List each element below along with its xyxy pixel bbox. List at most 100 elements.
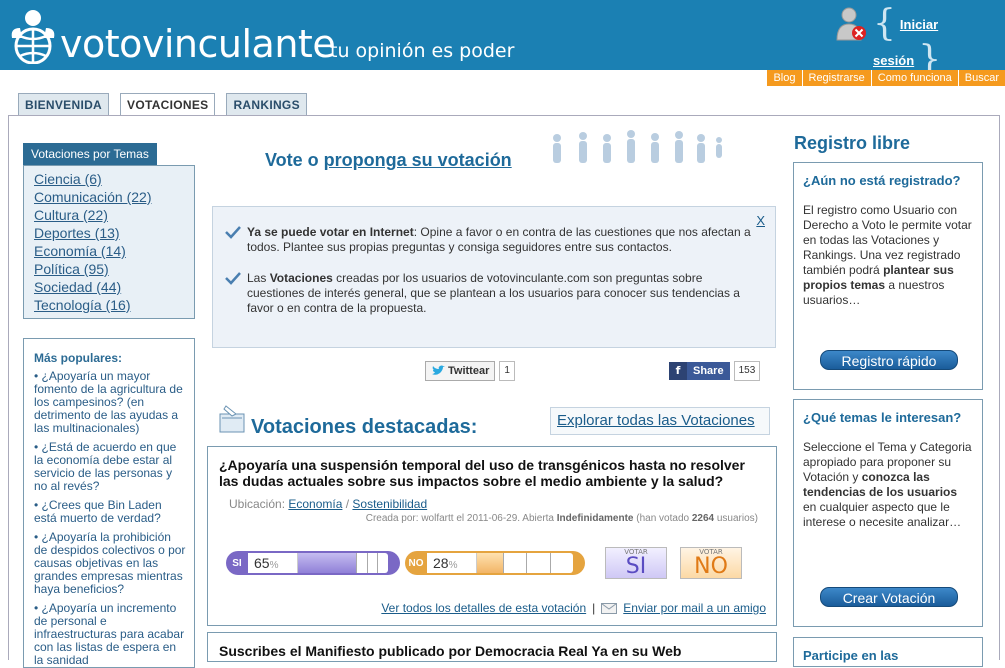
poll-details-link[interactable]: Ver todos los detalles de esta votación — [381, 601, 586, 615]
info-paragraph-2: Las Votaciones creadas por los usuarios … — [225, 271, 755, 316]
tweet-button[interactable]: Twittear — [425, 361, 496, 381]
si-label: SI — [232, 557, 242, 569]
register-box-title: ¿Aún no está registrado? — [803, 173, 961, 188]
nav-buscar[interactable]: Buscar — [957, 70, 1005, 86]
popular-item[interactable]: • ¿Apoyaría un incremento de personal e … — [34, 602, 186, 667]
info-paragraph-1: Ya se puede votar en Internet: Opine a f… — [225, 225, 755, 255]
poll-vote-count: 2264 — [691, 513, 715, 524]
tweet-label: Twittear — [448, 365, 490, 377]
no-label: NO — [408, 557, 424, 569]
poll-meta-pre: Creada por: wolfartt el 2011-06-29. Abie… — [365, 513, 557, 524]
brace-open: { — [873, 3, 896, 44]
tab-votaciones[interactable]: VOTACIONES — [120, 93, 216, 116]
top-nav: Blog Registrarse Como funciona Buscar — [767, 70, 1005, 86]
logo-text[interactable]: votovinculante — [60, 24, 336, 64]
vote-si-button[interactable]: VOTAR SI — [605, 547, 667, 579]
tema-sociedad[interactable]: Sociedad (44) — [34, 278, 184, 296]
populares-panel: Más populares: • ¿Apoyaría un mayor fome… — [23, 338, 195, 668]
fb-share-button[interactable]: f Share — [669, 362, 730, 380]
topics-box: ¿Qué temas le interesan? Seleccione el T… — [793, 399, 983, 627]
nav-registrarse[interactable]: Registrarse — [801, 70, 871, 86]
popular-item[interactable]: • ¿Apoyaría un mayor fomento de la agric… — [34, 370, 186, 435]
quick-register-button[interactable]: Registro rápido — [820, 350, 958, 370]
fb-share-label: Share — [693, 365, 724, 377]
poll-meta-mid: (han votado — [633, 513, 692, 524]
topics-box-text: Seleccione el Tema y Categoria apropiado… — [803, 440, 973, 530]
si-fill — [298, 553, 356, 573]
tema-tecnologia[interactable]: Tecnología (16) — [34, 296, 184, 314]
info-close-button[interactable]: X — [756, 213, 765, 228]
si-result-bar: SI 65% — [226, 551, 400, 575]
poll-meta: Creada por: wolfartt el 2011-06-29. Abie… — [219, 513, 758, 524]
si-percent-value: 65 — [254, 555, 270, 571]
tema-ciencia[interactable]: Ciencia (6) — [34, 170, 184, 188]
register-box: ¿Aún no está registrado? El registro com… — [793, 162, 983, 390]
info2-pre: Las — [247, 271, 270, 285]
participate-box-title: Participe en las — [803, 648, 899, 663]
check-icon — [225, 226, 241, 239]
poll-meta-duration: Indefinidamente — [556, 513, 634, 524]
vote-no-label: NO — [694, 554, 728, 579]
no-percent: 28% — [427, 553, 477, 573]
vote-heading: Vote o proponga su votación — [265, 150, 512, 171]
check-icon — [225, 272, 241, 285]
facebook-share: f Share 153 — [669, 361, 761, 381]
popular-item[interactable]: • ¿Crees que Bin Laden está muerto de ve… — [34, 499, 186, 525]
vote-heading-prefix: Vote o — [265, 150, 324, 170]
info-box: X Ya se puede votar en Internet: Opine a… — [212, 206, 776, 348]
people-silhouettes-icon — [553, 130, 722, 163]
logo-icon[interactable] — [8, 8, 58, 64]
second-poll: Suscribes el Manifiesto publicado por De… — [207, 632, 777, 662]
no-fill — [477, 553, 503, 573]
tab-rankings[interactable]: RANKINGS — [226, 93, 307, 115]
explore-votes-button[interactable]: Explorar todas las Votaciones — [550, 407, 770, 435]
create-vote-button[interactable]: Crear Votación — [820, 587, 958, 607]
vote-si-label: SI — [625, 554, 647, 579]
poll-links: Ver todos los detalles de esta votación … — [381, 601, 766, 615]
tema-comunicacion[interactable]: Comunicación (22) — [34, 188, 184, 206]
poll-question[interactable]: ¿Apoyaría una suspensión temporal del us… — [219, 457, 766, 489]
popular-item[interactable]: • ¿Está de acuerdo en que la economía de… — [34, 441, 186, 493]
poll-location: Ubicación: Economía / Sostenibilidad — [229, 497, 766, 511]
no-percent-sign: % — [448, 560, 458, 571]
register-box-text: El registro como Usuario con Derecho a V… — [803, 203, 973, 308]
poll-meta-post: usuarios) — [714, 513, 758, 524]
tema-politica[interactable]: Política (95) — [34, 260, 184, 278]
facebook-icon: f — [669, 362, 687, 380]
poll-location-sep: / — [342, 497, 353, 511]
si-track — [298, 553, 388, 573]
tema-economia[interactable]: Economía (14) — [34, 242, 184, 260]
poll-subcategory-link[interactable]: Sostenibilidad — [352, 497, 427, 511]
tema-cultura[interactable]: Cultura (22) — [34, 206, 184, 224]
propose-vote-link[interactable]: proponga su votación — [324, 150, 512, 170]
nav-blog[interactable]: Blog — [767, 70, 801, 86]
temas-title: Votaciones por Temas — [23, 143, 157, 165]
info1-bold: Ya se puede votar en Internet — [247, 225, 414, 239]
ballot-box-icon — [219, 405, 245, 433]
si-percent: 65% — [248, 553, 298, 573]
participate-box: Participe en las — [793, 637, 983, 667]
no-percent-value: 28 — [433, 555, 449, 571]
tagline: tu opinión es poder — [330, 40, 515, 62]
featured-poll: ¿Apoyaría una suspensión temporal del us… — [207, 446, 777, 626]
login-area: {Iniciar sesión} — [873, 3, 1005, 78]
email-friend-link[interactable]: Enviar por mail a un amigo — [623, 601, 766, 615]
no-result-bar: NO 28% — [405, 551, 585, 575]
temas-panel: Votaciones por Temas Ciencia (6) Comunic… — [23, 143, 195, 319]
popular-item[interactable]: • ¿Apoyaría la prohibición de despidos c… — [34, 531, 186, 596]
nav-como-funciona[interactable]: Como funciona — [870, 70, 958, 86]
info2-bold: Votaciones — [269, 271, 333, 285]
tema-deportes[interactable]: Deportes (13) — [34, 224, 184, 242]
registro-title: Registro libre — [794, 133, 911, 153]
main-tabs: BIENVENIDA VOTACIONES RANKINGS — [18, 93, 307, 116]
twitter-bird-icon — [432, 365, 445, 375]
temas-list: Ciencia (6) Comunicación (22) Cultura (2… — [23, 165, 195, 319]
topics-box-title: ¿Qué temas le interesan? — [803, 410, 962, 425]
fb-share-count: 153 — [733, 361, 761, 381]
poll2-question[interactable]: Suscribes el Manifiesto publicado por De… — [219, 643, 766, 659]
poll-category-link[interactable]: Economía — [288, 497, 342, 511]
populares-title: Más populares: — [34, 351, 123, 365]
vote-no-button[interactable]: VOTAR NO — [680, 547, 742, 579]
poll-location-label: Ubicación: — [229, 497, 289, 511]
tab-bienvenida[interactable]: BIENVENIDA — [18, 93, 110, 115]
